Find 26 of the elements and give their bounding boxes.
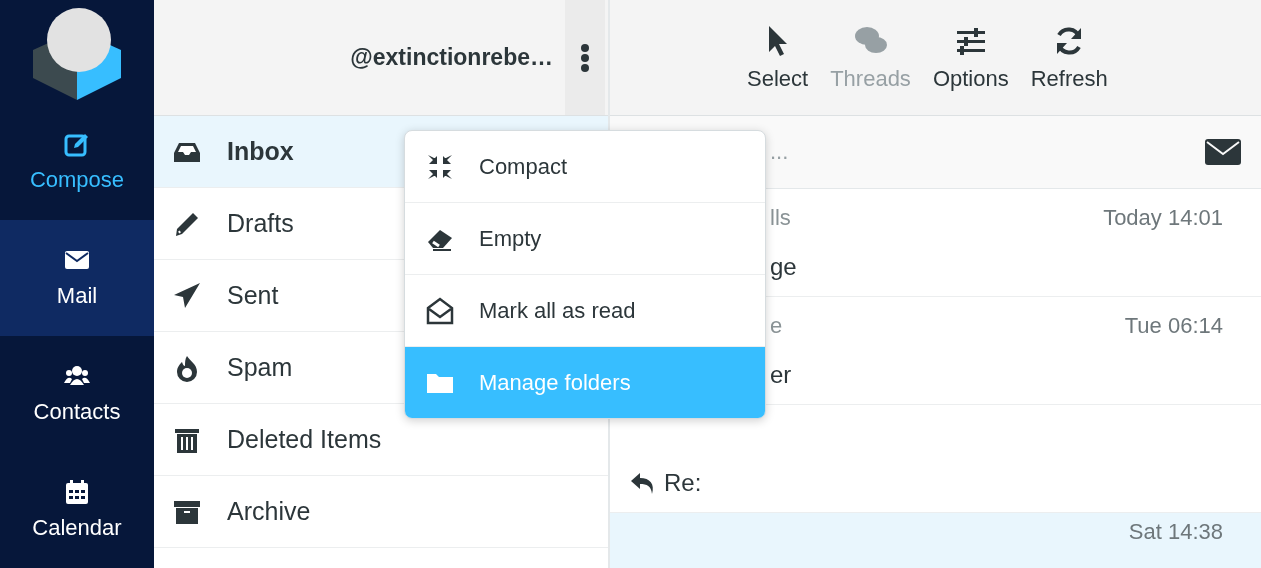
message-item[interactable]: Sat 14:38	[610, 513, 1261, 568]
toolbar-button[interactable]: Options	[928, 19, 1013, 96]
message-subject: er	[770, 360, 792, 389]
more-button[interactable]	[565, 0, 605, 115]
message-date: Sat 14:38	[1128, 519, 1223, 545]
message-sender: lls	[770, 204, 791, 231]
nav-item[interactable]: Contacts	[0, 336, 154, 452]
calendar-icon	[64, 479, 90, 505]
message-subject: Re:	[664, 468, 702, 497]
message-subject: ge	[770, 252, 797, 281]
message-sender: e	[770, 312, 783, 339]
toolbar-button[interactable]: Refresh	[1026, 19, 1112, 96]
nav-item[interactable]: Calendar	[0, 452, 154, 568]
folder-item[interactable]: Archive	[154, 476, 608, 548]
compose-icon	[64, 131, 90, 157]
toolbar-button[interactable]: Select	[743, 19, 813, 96]
account-name: @extinctionrebe…	[350, 44, 553, 71]
more-icon	[580, 42, 590, 73]
message-date: Today 14:01	[1103, 204, 1223, 231]
open-envelope-icon	[425, 295, 455, 326]
nav-item[interactable]: Mail	[0, 220, 154, 336]
envelope-icon	[1205, 139, 1241, 165]
message-date: Tue 06:14	[1124, 312, 1223, 339]
nav-item[interactable]: Compose	[0, 104, 154, 220]
menu-item[interactable]: Empty	[405, 203, 765, 275]
menu-item[interactable]: Compact	[405, 131, 765, 203]
